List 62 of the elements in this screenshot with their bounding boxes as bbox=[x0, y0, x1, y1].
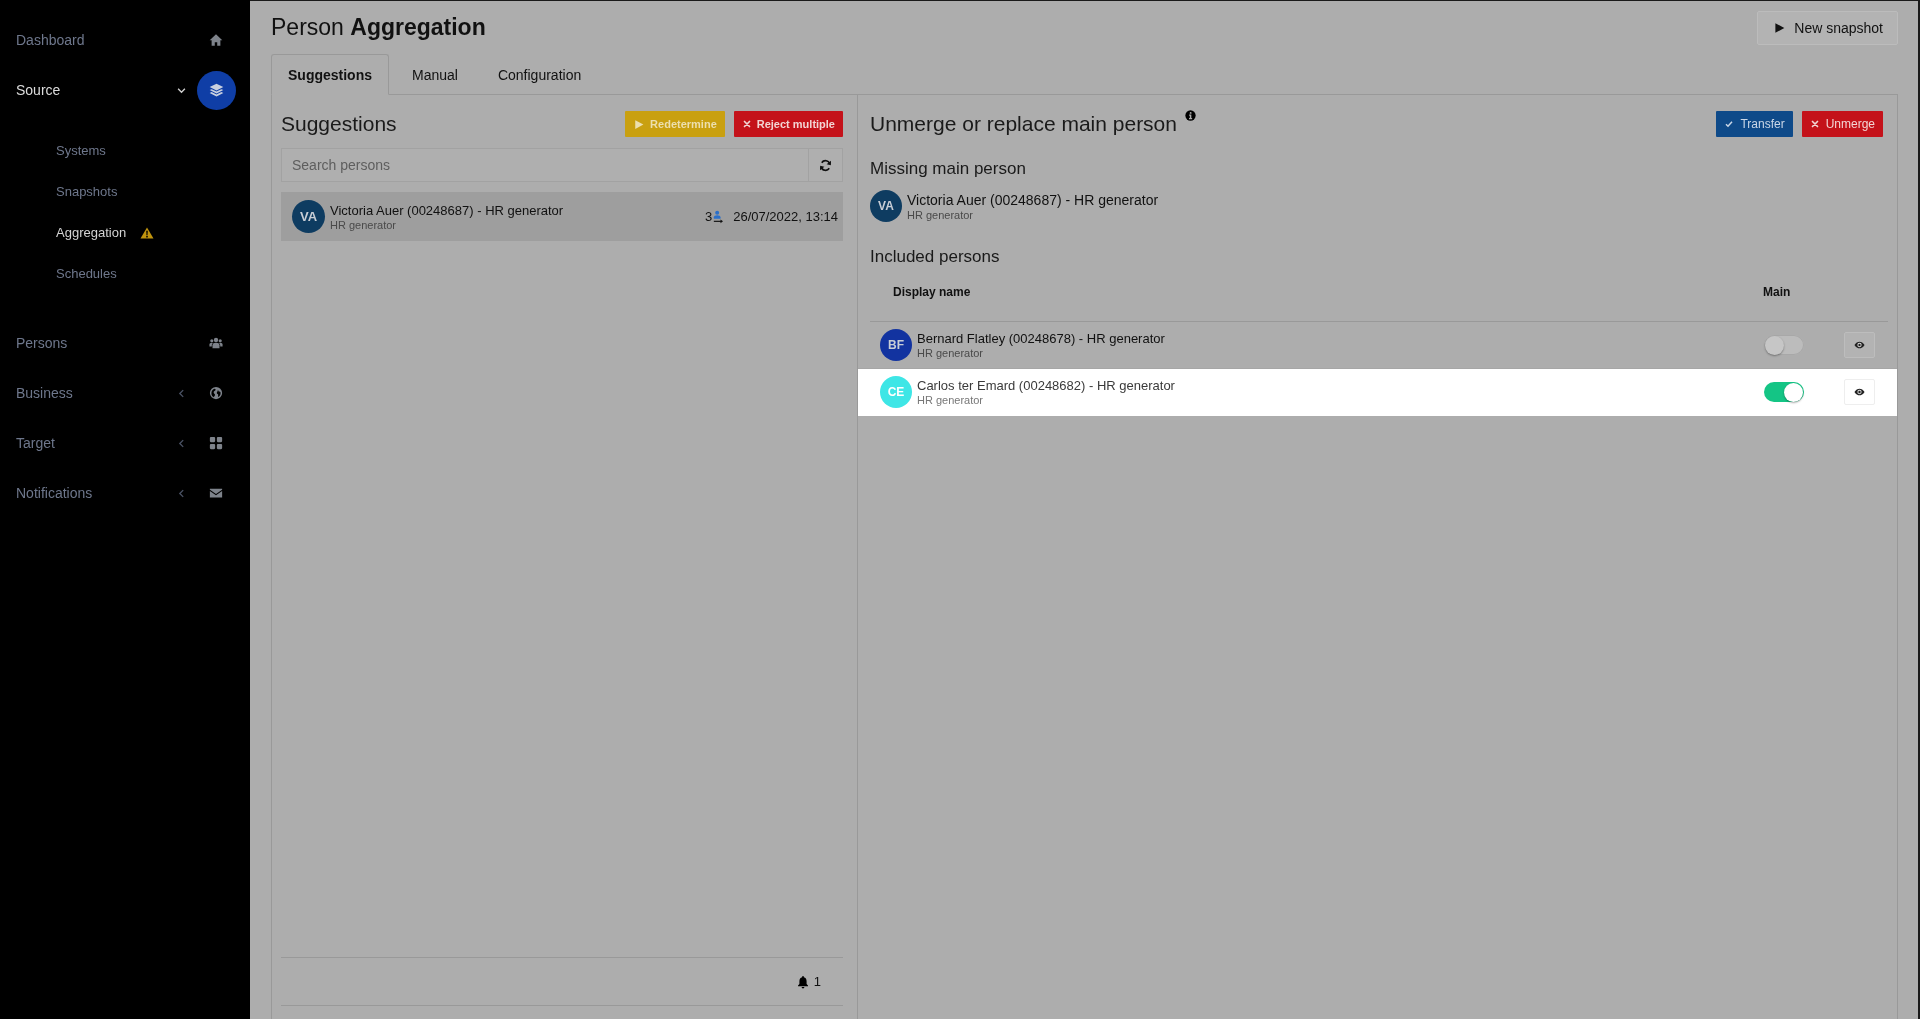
envelope-icon bbox=[209, 486, 223, 500]
sidebar-item[interactable]: Persons bbox=[16, 318, 236, 368]
check-icon bbox=[1725, 120, 1734, 128]
suggestion-date: 26/07/2022, 13:14 bbox=[733, 209, 838, 224]
grid-icon bbox=[209, 436, 223, 450]
eye-icon bbox=[1854, 388, 1865, 396]
refresh-icon bbox=[819, 158, 832, 172]
globe-icon bbox=[209, 386, 223, 400]
reject-button[interactable]: Reject multiple bbox=[733, 111, 843, 137]
play-icon bbox=[634, 118, 645, 130]
play-icon bbox=[1774, 21, 1786, 34]
close-icon bbox=[742, 120, 751, 128]
unmerge-button[interactable]: Unmerge bbox=[1801, 111, 1883, 137]
avatar: VA bbox=[870, 190, 902, 222]
sidebar-item[interactable]: Business bbox=[16, 368, 236, 418]
sidebar-subitem[interactable]: Systems bbox=[56, 143, 106, 158]
avatar: VA bbox=[292, 200, 325, 233]
sidebar-subitem[interactable]: Snapshots bbox=[56, 184, 118, 199]
person-count: 3 bbox=[704, 209, 713, 224]
person-arrow-icon bbox=[713, 209, 724, 224]
search-field[interactable]: Search persons bbox=[281, 148, 808, 182]
person-source: HR generator bbox=[917, 347, 984, 359]
close-icon bbox=[1810, 120, 1819, 128]
transfer-button[interactable]: Transfer bbox=[1716, 111, 1793, 137]
person-source: HR generator bbox=[907, 208, 974, 221]
page-title: Person Aggregation bbox=[271, 14, 486, 41]
person-name: Carlos ter Emard (00248682) - HR generator bbox=[917, 378, 1175, 393]
eye-icon bbox=[1854, 341, 1865, 349]
tab[interactable]: Manual bbox=[395, 54, 475, 95]
view-button[interactable] bbox=[1844, 332, 1875, 358]
sidebar-item[interactable]: Source bbox=[16, 65, 236, 115]
suggestion-item[interactable]: VA Victoria Auer (00248687) - HR generator HR generator 3 26/07/2022, 13:14 bbox=[281, 192, 843, 241]
main-toggle[interactable] bbox=[1764, 335, 1804, 355]
person-name: Bernard Flatley (00248678) - HR generator bbox=[917, 331, 1165, 346]
notification-count: 1 bbox=[813, 974, 821, 989]
refresh-button[interactable] bbox=[808, 148, 843, 182]
tab[interactable]: Suggestions bbox=[271, 54, 389, 95]
tab[interactable]: Configuration bbox=[480, 54, 599, 95]
main-toggle[interactable] bbox=[1764, 382, 1804, 402]
bell-icon bbox=[795, 974, 810, 989]
avatar: BF bbox=[880, 329, 912, 361]
sidebar-subitem[interactable]: Aggregation bbox=[56, 225, 155, 240]
info-icon bbox=[1185, 110, 1196, 121]
layers-icon bbox=[196, 70, 236, 110]
person-source: HR generator bbox=[330, 218, 397, 231]
sidebar-item[interactable]: Dashboard bbox=[16, 15, 236, 65]
person-source: HR generator bbox=[917, 394, 984, 406]
column-header: Display name bbox=[892, 285, 972, 299]
sidebar-item[interactable]: Target bbox=[16, 418, 236, 468]
home-icon bbox=[209, 33, 223, 47]
avatar: CE bbox=[880, 376, 912, 408]
subsection-title: Included persons bbox=[869, 246, 1001, 268]
users-icon bbox=[209, 336, 223, 350]
section-title: Suggestions bbox=[281, 112, 397, 136]
sidebar-subitem[interactable]: Schedules bbox=[56, 266, 117, 281]
column-header: Main bbox=[1762, 285, 1792, 299]
subsection-title: Missing main person bbox=[869, 158, 1027, 180]
person-name: Victoria Auer (00248687) - HR generator bbox=[330, 202, 564, 218]
section-title: Unmerge or replace main person bbox=[870, 112, 1177, 136]
sidebar-item[interactable]: Notifications bbox=[16, 468, 236, 518]
new-snapshot-button[interactable]: New snapshot bbox=[1757, 10, 1898, 45]
person-name: Victoria Auer (00248687) - HR generator bbox=[907, 191, 1159, 208]
